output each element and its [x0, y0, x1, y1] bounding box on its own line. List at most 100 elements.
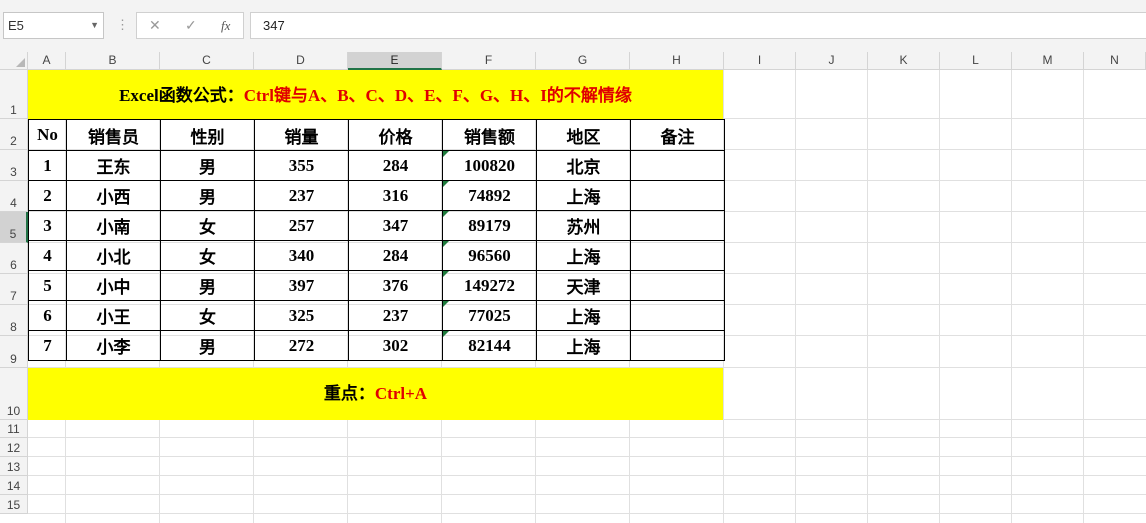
table-cell[interactable] [630, 270, 725, 301]
table-cell[interactable]: 149272 [442, 270, 537, 301]
chevron-down-icon[interactable]: ▼ [90, 13, 99, 38]
column-label[interactable]: No [28, 119, 67, 151]
table-cell[interactable]: 77025 [442, 300, 537, 331]
row-header-6[interactable]: 6 [0, 243, 28, 274]
select-all-button[interactable] [0, 52, 28, 70]
table-cell[interactable]: 小中 [66, 270, 161, 301]
table-cell[interactable]: 女 [160, 210, 255, 241]
table-cell[interactable]: 王东 [66, 150, 161, 181]
table-cell[interactable]: 小李 [66, 330, 161, 361]
column-header-h[interactable]: H [630, 52, 724, 70]
table-cell[interactable]: 237 [348, 300, 443, 331]
table-cell[interactable]: 男 [160, 150, 255, 181]
table-cell[interactable]: 5 [28, 270, 67, 301]
table-cell[interactable]: 小王 [66, 300, 161, 331]
column-header-g[interactable]: G [536, 52, 630, 70]
column-header-n[interactable]: N [1084, 52, 1146, 70]
row-header-15[interactable]: 15 [0, 495, 28, 514]
table-cell[interactable]: 小南 [66, 210, 161, 241]
table-cell[interactable]: 天津 [536, 270, 631, 301]
table-cell[interactable]: 男 [160, 180, 255, 211]
column-label[interactable]: 销量 [254, 119, 349, 151]
table-cell[interactable]: 小北 [66, 240, 161, 271]
table-cell[interactable] [630, 180, 725, 211]
row-header-9[interactable]: 9 [0, 336, 28, 368]
table-cell[interactable]: 237 [254, 180, 349, 211]
row-header-12[interactable]: 12 [0, 438, 28, 457]
table-cell[interactable]: 376 [348, 270, 443, 301]
column-header-b[interactable]: B [66, 52, 160, 70]
column-label[interactable]: 地区 [536, 119, 631, 151]
formula-input[interactable]: 347 [250, 12, 1146, 39]
table-cell[interactable]: 397 [254, 270, 349, 301]
insert-function-icon[interactable]: fx [221, 13, 230, 38]
column-header-k[interactable]: K [868, 52, 940, 70]
column-header-d[interactable]: D [254, 52, 348, 70]
table-cell[interactable] [630, 330, 725, 361]
column-header-c[interactable]: C [160, 52, 254, 70]
row-header-1[interactable]: 1 [0, 70, 28, 119]
table-cell[interactable]: 小西 [66, 180, 161, 211]
row-header-7[interactable]: 7 [0, 274, 28, 305]
table-cell[interactable]: 3 [28, 210, 67, 241]
table-cell[interactable]: 北京 [536, 150, 631, 181]
table-cell[interactable]: 302 [348, 330, 443, 361]
table-cell[interactable]: 355 [254, 150, 349, 181]
column-header-a[interactable]: A [28, 52, 66, 70]
column-header-e[interactable]: E [348, 52, 442, 70]
row-header-10[interactable]: 10 [0, 368, 28, 420]
table-cell[interactable]: 325 [254, 300, 349, 331]
cancel-icon[interactable]: ✕ [149, 13, 161, 38]
column-label[interactable]: 性别 [160, 119, 255, 151]
row-header-11[interactable]: 11 [0, 420, 28, 438]
table-cell[interactable]: 74892 [442, 180, 537, 211]
confirm-icon[interactable]: ✓ [185, 13, 197, 38]
table-cell[interactable]: 96560 [442, 240, 537, 271]
row-header-2[interactable]: 2 [0, 119, 28, 150]
table-cell[interactable]: 上海 [536, 180, 631, 211]
row-header-5[interactable]: 5 [0, 212, 28, 243]
table-cell[interactable] [630, 150, 725, 181]
table-cell[interactable]: 男 [160, 330, 255, 361]
table-cell[interactable]: 上海 [536, 240, 631, 271]
table-cell[interactable]: 4 [28, 240, 67, 271]
table-cell[interactable]: 6 [28, 300, 67, 331]
column-header-i[interactable]: I [724, 52, 796, 70]
column-header-f[interactable]: F [442, 52, 536, 70]
table-cell[interactable]: 82144 [442, 330, 537, 361]
column-label[interactable]: 备注 [630, 119, 725, 151]
column-label[interactable]: 销售员 [66, 119, 161, 151]
row-header-4[interactable]: 4 [0, 181, 28, 212]
table-cell[interactable]: 257 [254, 210, 349, 241]
table-cell[interactable]: 上海 [536, 330, 631, 361]
row-header-14[interactable]: 14 [0, 476, 28, 495]
column-header-j[interactable]: J [796, 52, 868, 70]
table-cell[interactable]: 苏州 [536, 210, 631, 241]
table-cell[interactable]: 女 [160, 240, 255, 271]
table-cell[interactable] [630, 240, 725, 271]
column-header-l[interactable]: L [940, 52, 1012, 70]
table-cell[interactable]: 316 [348, 180, 443, 211]
table-cell[interactable]: 340 [254, 240, 349, 271]
table-cell[interactable]: 上海 [536, 300, 631, 331]
table-cell[interactable]: 284 [348, 150, 443, 181]
row-header-3[interactable]: 3 [0, 150, 28, 181]
column-header-m[interactable]: M [1012, 52, 1084, 70]
column-label[interactable]: 销售额 [442, 119, 537, 151]
table-cell[interactable]: 2 [28, 180, 67, 211]
row-header-8[interactable]: 8 [0, 305, 28, 336]
table-cell[interactable]: 284 [348, 240, 443, 271]
table-cell[interactable]: 89179 [442, 210, 537, 241]
table-cell[interactable]: 347 [348, 210, 443, 241]
table-cell[interactable]: 7 [28, 330, 67, 361]
name-box[interactable]: E5 ▼ [3, 12, 104, 39]
table-cell[interactable]: 男 [160, 270, 255, 301]
table-cell[interactable]: 女 [160, 300, 255, 331]
column-label[interactable]: 价格 [348, 119, 443, 151]
table-cell[interactable]: 272 [254, 330, 349, 361]
row-header-13[interactable]: 13 [0, 457, 28, 476]
table-cell[interactable] [630, 210, 725, 241]
table-cell[interactable]: 100820 [442, 150, 537, 181]
table-cell[interactable] [630, 300, 725, 331]
table-cell[interactable]: 1 [28, 150, 67, 181]
